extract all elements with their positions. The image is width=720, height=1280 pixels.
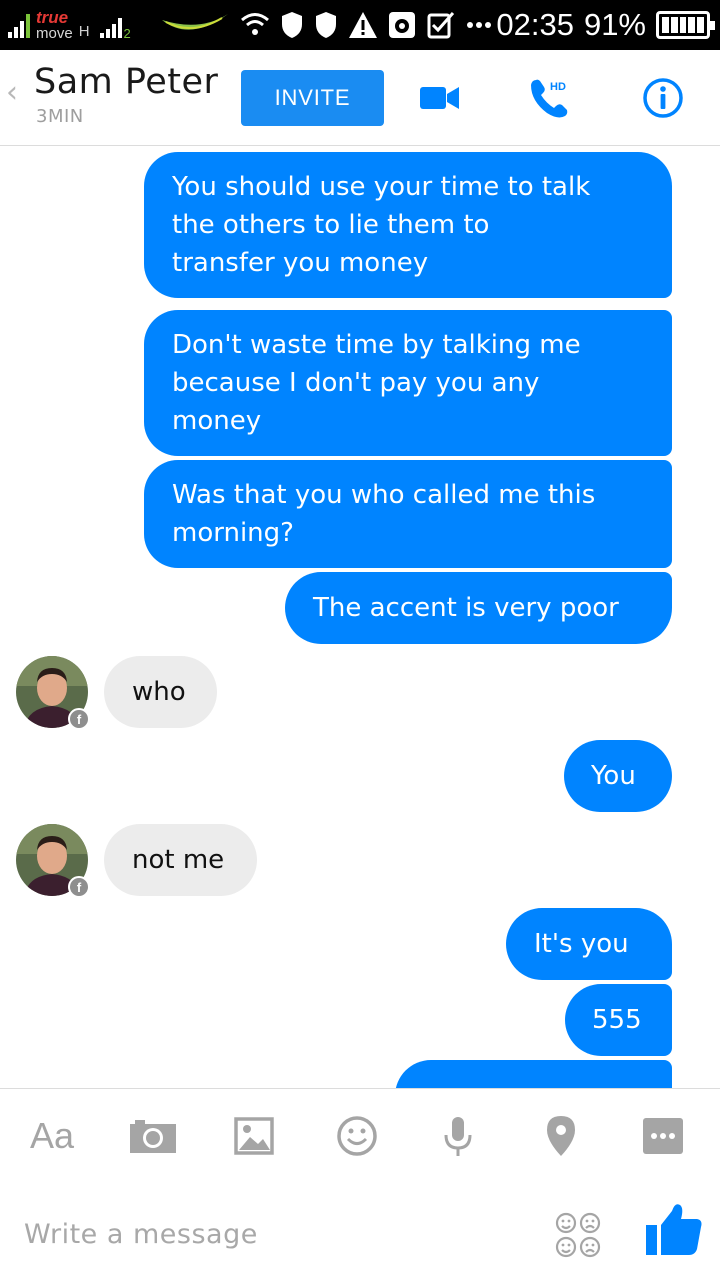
voice-record-button[interactable] — [428, 1103, 488, 1169]
battery-icon — [656, 11, 715, 39]
status-right: 02:35 91% — [496, 0, 715, 50]
more-dots-icon — [467, 22, 491, 28]
text-format-button[interactable]: Aa — [22, 1103, 82, 1169]
message-outgoing[interactable]: Was that you who called me this morning? — [144, 460, 672, 568]
message-outgoing-partial[interactable] — [395, 1060, 672, 1088]
like-send-button[interactable] — [642, 1199, 704, 1261]
carrier-line2: move — [36, 25, 73, 42]
last-seen-status: 3MIN — [36, 106, 84, 127]
video-call-button[interactable] — [410, 70, 470, 126]
back-button[interactable]: ‹ — [6, 78, 18, 108]
message-line: transfer you money — [172, 248, 429, 278]
location-button[interactable] — [531, 1103, 591, 1169]
carrier-label: true move — [36, 9, 73, 41]
composer: Aa — [0, 1088, 720, 1280]
facebook-badge-icon: f — [68, 876, 90, 898]
message-outgoing[interactable]: You should use your time to talk the oth… — [144, 152, 672, 298]
composer-toolbar: Aa — [0, 1103, 720, 1169]
voice-call-button[interactable]: HD — [520, 70, 580, 126]
message-outgoing[interactable]: It's you — [506, 908, 672, 980]
gallery-button[interactable] — [224, 1103, 284, 1169]
text-format-icon: Aa — [29, 1115, 75, 1156]
message-line: You — [591, 761, 636, 791]
shield-icon — [282, 12, 302, 38]
message-line: It's you — [534, 929, 629, 959]
info-icon — [643, 78, 683, 118]
message-line: Don't waste time by talking me — [172, 330, 581, 360]
contact-avatar[interactable]: f — [16, 824, 90, 898]
chat-header: ‹ Sam Peter 3MIN INVITE HD — [0, 50, 720, 146]
more-options-icon — [643, 1118, 683, 1154]
message-list[interactable]: You should use your time to talk the oth… — [0, 146, 720, 1088]
shield-icon — [316, 12, 336, 38]
camera-button[interactable] — [123, 1103, 183, 1169]
emoji-button[interactable] — [327, 1103, 387, 1169]
clipboard-check-icon — [427, 12, 455, 39]
emoji-icon — [337, 1116, 377, 1156]
clock: 02:35 — [496, 7, 574, 42]
signal-strength-icon — [8, 12, 30, 38]
carrier-line1: true — [36, 8, 69, 27]
message-line: because I don't pay you any — [172, 368, 540, 398]
message-outgoing[interactable]: Don't waste time by talking me because I… — [144, 310, 672, 456]
stickers-button[interactable] — [552, 1209, 604, 1261]
message-outgoing[interactable]: You — [564, 740, 672, 812]
hd-label: HD — [550, 81, 566, 93]
message-line: morning? — [172, 518, 294, 548]
camera-app-icon — [389, 12, 415, 38]
message-line: Was that you who called me this — [172, 480, 596, 510]
thumbs-up-icon — [646, 1204, 702, 1255]
contact-avatar[interactable]: f — [16, 656, 90, 730]
wifi-icon — [241, 13, 269, 35]
warning-icon — [349, 12, 377, 38]
video-camera-icon — [420, 87, 459, 109]
contact-name[interactable]: Sam Peter — [34, 62, 218, 102]
message-outgoing[interactable]: The accent is very poor — [285, 572, 672, 644]
notification-icons — [160, 6, 492, 44]
message-line: The accent is very poor — [313, 593, 619, 623]
phone-hd-icon: HD — [531, 79, 568, 118]
gallery-icon — [234, 1117, 274, 1155]
info-button[interactable] — [633, 70, 693, 126]
message-line: money — [172, 406, 262, 436]
swoosh-icon — [162, 14, 228, 30]
message-outgoing[interactable]: 555 — [565, 984, 672, 1056]
microphone-icon — [444, 1117, 472, 1156]
more-options-button[interactable] — [633, 1103, 693, 1169]
message-line: who — [132, 677, 186, 707]
message-incoming[interactable]: not me — [104, 824, 257, 896]
network-type: H — [78, 22, 90, 40]
message-incoming[interactable]: who — [104, 656, 217, 728]
location-pin-icon — [547, 1116, 575, 1156]
battery-percent: 91% — [583, 7, 646, 42]
message-line: the others to lie them to — [172, 210, 490, 240]
invite-button[interactable]: INVITE — [241, 70, 384, 126]
message-line: not me — [132, 845, 225, 875]
sim2-label: 2 — [123, 25, 131, 41]
facebook-badge-icon: f — [68, 708, 90, 730]
stickers-icon — [555, 1212, 601, 1258]
network-status: true move H 2 — [8, 0, 131, 50]
camera-icon — [130, 1120, 176, 1153]
message-input[interactable] — [24, 1211, 524, 1257]
message-line: You should use your time to talk — [172, 172, 591, 202]
status-bar: true move H 2 02:35 91% — [0, 0, 720, 50]
signal-strength-sim2-icon — [99, 12, 122, 38]
message-line: 555 — [592, 1005, 642, 1035]
